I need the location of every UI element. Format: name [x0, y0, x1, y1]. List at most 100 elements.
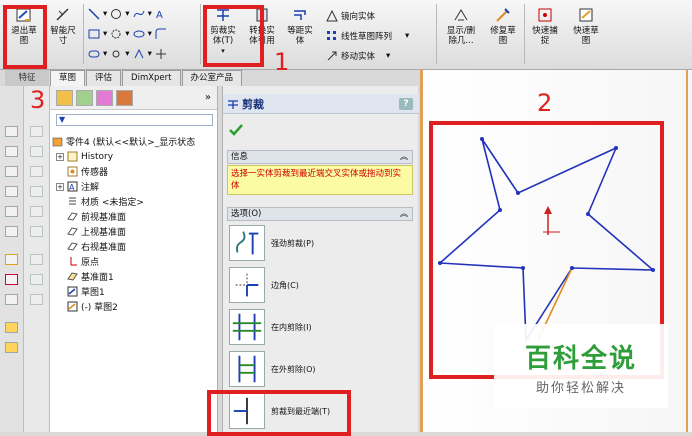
- repair-sketch-button[interactable]: 修复草 图: [486, 6, 520, 46]
- display-manager-tab-icon[interactable]: [116, 89, 133, 106]
- smart-dimension-button[interactable]: 智能尺 寸: [46, 6, 80, 46]
- point-icon[interactable]: [133, 48, 145, 60]
- option-trim-away-inside[interactable]: 在内剪除(I): [229, 308, 409, 346]
- info-message: 选择一实体剪裁到最近端交叉实体或拖动到实体: [227, 165, 413, 195]
- command-manager-toolbar: 退出草 图 智能尺 寸 ▾ ▾ ▾ A ▾ ▾ ▾ ▾ ▾ ▾ 剪裁实 体(T)…: [0, 0, 692, 70]
- view-icon[interactable]: [30, 254, 43, 265]
- tree-item-front-plane[interactable]: 前视基准面: [67, 209, 126, 224]
- tree-item-right-plane[interactable]: 右视基准面: [67, 239, 126, 254]
- tree-item-top-plane[interactable]: 上视基准面: [67, 224, 126, 239]
- tree-item-label: 注解: [81, 183, 100, 193]
- arc-icon[interactable]: [110, 28, 122, 40]
- repair-sketch-icon: [496, 8, 510, 22]
- tree-item-origin[interactable]: 原点: [67, 254, 99, 269]
- view-icon[interactable]: [30, 206, 43, 217]
- view-cube-icon[interactable]: [5, 226, 18, 237]
- repair-tool-icon[interactable]: [5, 274, 18, 285]
- tree-root-part[interactable]: 零件4 (默认<<默认>_显示状态: [52, 134, 195, 149]
- option-power-trim[interactable]: 强劲剪裁(P): [229, 224, 409, 262]
- linear-pattern-dropdown-icon[interactable]: ▾: [405, 31, 409, 41]
- help-button[interactable]: ?: [399, 98, 413, 110]
- display-delete-relations-button[interactable]: 显示/删 除几...: [442, 6, 480, 46]
- collapse-chevron-icon[interactable]: ︽: [400, 151, 408, 163]
- folder-icon[interactable]: [5, 342, 18, 353]
- tab-evaluate[interactable]: 评估: [86, 70, 122, 86]
- trim-property-manager: 剪裁 ? 信息 ︽ 选择一实体剪裁到最近端交叉实体或拖动到实体 选项(O) ︽ …: [222, 86, 419, 432]
- tab-feature[interactable]: 特征: [5, 70, 49, 86]
- view-icon[interactable]: [30, 294, 43, 305]
- folder-icon[interactable]: [5, 322, 18, 333]
- polygon-icon[interactable]: [110, 48, 122, 60]
- feature-manager-tab-icon[interactable]: [56, 89, 73, 106]
- relations-icon: [454, 9, 468, 21]
- view-cube-icon[interactable]: [5, 186, 18, 197]
- offset-entities-icon: [294, 10, 306, 20]
- svg-text:A: A: [69, 183, 75, 192]
- rectangle-icon[interactable]: [88, 28, 100, 40]
- linear-pattern-icon: [327, 31, 336, 40]
- tree-item-label: 草图1: [81, 288, 105, 298]
- centerline-icon[interactable]: [155, 48, 167, 60]
- rapid-sketch-icon: [579, 8, 593, 22]
- tree-item-sketch2[interactable]: (-) 草图2: [67, 299, 118, 314]
- view-icon[interactable]: [30, 186, 43, 197]
- option-trim-away-outside[interactable]: 在外剪除(O): [229, 350, 409, 388]
- sketch-tool-icon[interactable]: [5, 254, 18, 265]
- view-icon[interactable]: [30, 274, 43, 285]
- ellipse-icon[interactable]: [133, 28, 145, 40]
- option-label: 强劲剪裁(P): [271, 238, 315, 248]
- tree-item-sensors[interactable]: 传感器: [67, 164, 108, 179]
- property-manager-title-text: 剪裁: [242, 97, 264, 111]
- ok-checkmark-icon[interactable]: [229, 124, 243, 136]
- snap-tool-icon[interactable]: [5, 294, 18, 305]
- rapid-sketch-button[interactable]: 快速草 图: [568, 6, 604, 46]
- configuration-manager-tab-icon[interactable]: [96, 89, 113, 106]
- option-label: 在外剪除(O): [271, 364, 316, 374]
- tab-office-products[interactable]: 办公室产品: [181, 70, 243, 86]
- corner-trim-icon: [229, 267, 265, 303]
- info-header-label: 信息: [231, 152, 249, 162]
- tree-item-sketch1[interactable]: 草图1: [67, 284, 105, 299]
- repair-sketch-label: 修复草 图: [490, 26, 516, 46]
- smart-dimension-label: 智能尺 寸: [50, 26, 76, 46]
- tree-filter-input[interactable]: ▼: [56, 114, 213, 126]
- linear-pattern-button[interactable]: 线性草图阵列 ▾: [326, 30, 409, 42]
- view-icon[interactable]: [30, 226, 43, 237]
- tab-dimxpert[interactable]: DimXpert: [122, 70, 181, 86]
- tree-item-material[interactable]: 材质 <未指定>: [67, 194, 144, 209]
- move-entities-button[interactable]: 移动实体 ▾: [326, 50, 390, 62]
- options-group-header[interactable]: 选项(O) ︽: [227, 207, 413, 221]
- view-cube-icon[interactable]: [5, 166, 18, 177]
- expand-icon[interactable]: +: [56, 152, 64, 161]
- expand-chevron-icon[interactable]: »: [205, 92, 211, 103]
- view-cube-icon[interactable]: [5, 146, 18, 157]
- view-cube-icon[interactable]: [5, 126, 18, 137]
- view-icon[interactable]: [30, 126, 43, 137]
- tree-item-plane1[interactable]: 基准面1: [67, 269, 114, 284]
- tree-item-label: (-) 草图2: [81, 303, 118, 313]
- offset-entities-button[interactable]: 等距实 体: [282, 6, 318, 46]
- info-group-header[interactable]: 信息 ︽: [227, 150, 413, 164]
- tab-sketch[interactable]: 草图: [50, 70, 86, 86]
- fillet-icon[interactable]: [155, 28, 167, 40]
- view-cube-icon[interactable]: [5, 206, 18, 217]
- slot-icon[interactable]: [88, 48, 100, 60]
- collapse-chevron-icon[interactable]: ︽: [400, 208, 408, 220]
- feature-manager-tree: » ▼ 零件4 (默认<<默认>_显示状态 + History 传感器 + A 注解 …: [50, 86, 218, 432]
- expand-icon[interactable]: +: [56, 182, 64, 191]
- toolbar-divider: [436, 4, 437, 64]
- circle-icon[interactable]: [110, 8, 122, 20]
- quick-snaps-button[interactable]: 快速捕 捉: [528, 6, 562, 46]
- mirror-entities-button[interactable]: 镜向实体: [326, 10, 375, 22]
- line-icon[interactable]: [88, 8, 100, 20]
- view-icon[interactable]: [30, 146, 43, 157]
- text-icon[interactable]: A: [155, 8, 167, 20]
- tree-item-annotations[interactable]: + A 注解: [56, 179, 99, 194]
- option-corner[interactable]: 边角(C): [229, 266, 409, 304]
- power-trim-icon: [229, 225, 265, 261]
- spline-icon[interactable]: [133, 8, 145, 20]
- move-dropdown-icon[interactable]: ▾: [386, 51, 390, 61]
- view-icon[interactable]: [30, 166, 43, 177]
- tree-item-history[interactable]: + History: [56, 149, 113, 164]
- property-manager-tab-icon[interactable]: [76, 89, 93, 106]
